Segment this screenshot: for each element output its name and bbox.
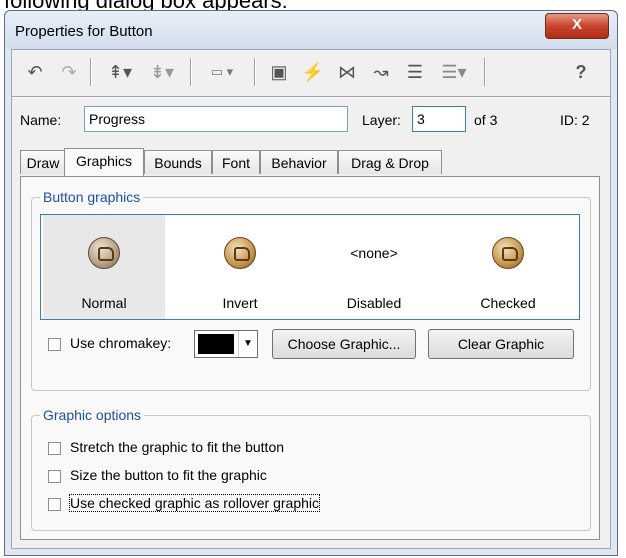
help-icon[interactable]: ? — [566, 58, 596, 86]
tab-draw[interactable]: Draw — [20, 150, 66, 174]
graphic-slot-invert[interactable]: Invert — [179, 215, 301, 319]
tab-drag-drop[interactable]: Drag & Drop — [338, 150, 442, 174]
choose-graphic-button[interactable]: Choose Graphic... — [272, 329, 416, 359]
checked-graphic-thumbnail — [492, 237, 524, 269]
actions-icon[interactable]: ⚡ — [298, 58, 328, 86]
invert-graphic-thumbnail — [224, 237, 256, 269]
color-swatch — [198, 334, 234, 354]
properties-icon[interactable]: ▣ — [264, 58, 294, 86]
rollover-checkbox[interactable] — [48, 498, 61, 511]
properties-dialog: Properties for Button X ↶ ↷ ⇞▾ ⇟▾ ▭ ▾ ▣ … — [4, 10, 618, 556]
list-dropdown-icon[interactable]: ☰▾ — [434, 58, 474, 86]
graphic-slot-checked[interactable]: Checked — [447, 215, 569, 319]
tab-graphics[interactable]: Graphics — [64, 148, 144, 176]
graphic-slot-disabled[interactable]: <none> Disabled — [313, 215, 435, 319]
tab-behavior[interactable]: Behavior — [260, 150, 338, 174]
size-button-label: Size the button to fit the graphic — [70, 467, 267, 483]
toolbar-divider — [12, 96, 610, 97]
layer-count: of 3 — [474, 112, 498, 128]
button-graphics-legend: Button graphics — [40, 189, 144, 205]
slot-label: Disabled — [346, 295, 402, 311]
none-placeholder: <none> — [350, 245, 398, 261]
button-graphics-group: Button graphics Normal Invert <none> Dis… — [31, 189, 591, 391]
slot-label: Checked — [480, 295, 536, 311]
graphics-list: Normal Invert <none> Disabled Checked — [40, 214, 580, 320]
graphic-options-legend: Graphic options — [40, 407, 145, 423]
path-icon[interactable]: ↝ — [366, 58, 396, 86]
connect-icon[interactable]: ⋈ — [332, 58, 362, 86]
tab-bounds[interactable]: Bounds — [144, 150, 212, 174]
size-button-checkbox[interactable] — [48, 470, 61, 483]
name-field[interactable]: Progress — [84, 106, 348, 132]
slot-label: Invert — [222, 295, 258, 311]
chromakey-checkbox[interactable] — [48, 338, 61, 351]
stretch-label: Stretch the graphic to fit the button — [70, 439, 285, 455]
graphic-options-group: Graphic options Stretch the graphic to f… — [31, 407, 591, 531]
caption-above: following dialog box appears: — [0, 0, 626, 10]
list-icon[interactable]: ☰ — [400, 58, 430, 86]
close-button[interactable]: X — [545, 13, 609, 39]
send-backward-icon[interactable]: ⇟▾ — [142, 58, 182, 86]
graphics-tab-panel: Button graphics Normal Invert <none> Dis… — [20, 176, 600, 540]
chromakey-color-picker[interactable]: ▼ — [194, 330, 258, 358]
name-label: Name: — [20, 112, 62, 128]
stretch-checkbox[interactable] — [48, 442, 61, 455]
graphic-slot-normal[interactable]: Normal — [43, 215, 165, 319]
bring-forward-icon[interactable]: ⇞▾ — [100, 58, 140, 86]
dialog-client: ↶ ↷ ⇞▾ ⇟▾ ▭ ▾ ▣ ⚡ ⋈ ↝ ☰ ☰▾ ? Name: Progr… — [11, 49, 611, 549]
title-bar: Properties for Button X — [5, 11, 617, 49]
slot-label: Normal — [81, 295, 127, 311]
normal-graphic-thumbnail — [88, 237, 120, 269]
layer-field[interactable]: 3 — [412, 106, 466, 132]
rollover-label: Use checked graphic as rollover graphic — [68, 494, 321, 512]
toolbar: ↶ ↷ ⇞▾ ⇟▾ ▭ ▾ ▣ ⚡ ⋈ ↝ ☰ ☰▾ ? — [14, 52, 608, 94]
window-title: Properties for Button — [15, 23, 153, 40]
undo-icon[interactable]: ↶ — [20, 58, 50, 86]
toolbar-separator — [254, 58, 255, 86]
redo-icon[interactable]: ↷ — [54, 58, 84, 86]
layer-label: Layer: — [362, 112, 401, 128]
toolbar-separator — [484, 58, 485, 86]
clear-graphic-button[interactable]: Clear Graphic — [428, 329, 574, 359]
tab-font[interactable]: Font — [212, 150, 260, 174]
align-icon[interactable]: ▭ ▾ — [200, 58, 244, 86]
chromakey-label: Use chromakey: — [70, 335, 172, 351]
chevron-down-icon: ▼ — [238, 331, 257, 357]
toolbar-separator — [190, 58, 191, 86]
toolbar-separator — [90, 58, 91, 86]
id-label: ID: 2 — [560, 112, 590, 128]
